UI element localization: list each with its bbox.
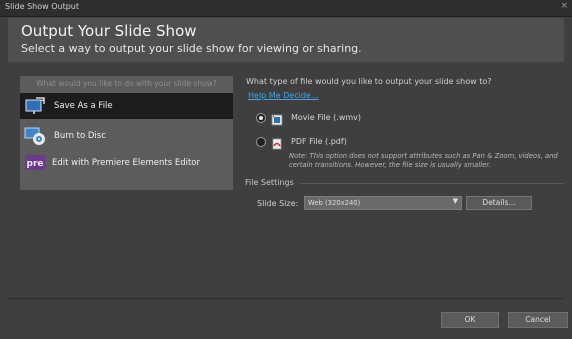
window-title: Slide Show Output <box>5 2 79 11</box>
page-title: Output Your Slide Show <box>21 22 197 40</box>
pdf-file-label[interactable]: PDF File (.pdf) <box>291 137 347 146</box>
title-bar: Slide Show Output × <box>0 0 572 17</box>
pdf-file-icon <box>271 135 283 150</box>
help-me-decide-link[interactable]: Help Me Decide... <box>248 91 318 100</box>
movie-file-icon <box>271 111 283 126</box>
pdf-file-radio[interactable] <box>256 137 266 147</box>
dialog-header: Output Your Slide Show Select a way to o… <box>8 18 564 62</box>
movie-file-radio[interactable] <box>256 113 266 123</box>
ok-button[interactable]: OK <box>441 312 499 328</box>
file-type-question: What type of file would you like to outp… <box>246 77 492 86</box>
option-edit-premiere[interactable]: pre Edit with Premiere Elements Editor <box>20 150 233 176</box>
options-panel-header: What would you like to do with your slid… <box>20 76 233 92</box>
option-burn-to-disc[interactable]: Burn to Disc <box>20 123 233 149</box>
slide-size-select[interactable]: Web (320x240) ▼ <box>304 196 462 210</box>
slide-size-label: Slide Size: <box>257 199 299 208</box>
chevron-down-icon: ▼ <box>452 197 458 205</box>
file-settings-heading: File Settings <box>245 178 294 187</box>
cancel-button[interactable]: Cancel <box>508 312 568 328</box>
svg-text:pre: pre <box>27 159 44 169</box>
option-label: Burn to Disc <box>54 131 106 141</box>
pdf-note: Note: This option does not support attri… <box>289 152 558 169</box>
movie-file-label[interactable]: Movie File (.wmv) <box>291 113 361 122</box>
details-button[interactable]: Details... <box>466 196 532 210</box>
premiere-icon: pre <box>24 153 46 173</box>
output-options-panel: What would you like to do with your slid… <box>20 76 233 190</box>
page-subtitle: Select a way to output your slide show f… <box>21 42 362 55</box>
footer-divider <box>8 298 564 299</box>
option-save-as-file[interactable]: Save As a File <box>20 93 233 119</box>
monitor-save-icon <box>24 96 46 116</box>
slide-size-value: Web (320x240) <box>308 199 361 207</box>
option-label: Edit with Premiere Elements Editor <box>52 158 200 168</box>
option-label: Save As a File <box>54 101 113 111</box>
close-icon[interactable]: × <box>560 1 568 11</box>
disc-icon <box>24 126 46 146</box>
file-settings-divider <box>300 183 564 184</box>
